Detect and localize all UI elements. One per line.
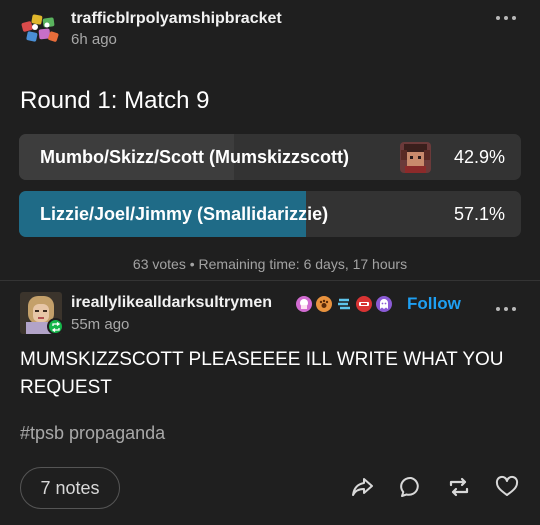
blog-avatar[interactable] [20,12,60,46]
poll-option-1-percent: 42.9% [453,147,505,167]
post-actions [350,474,520,500]
post-header: trafficblrpolyamshipbracket 6h ago [20,9,520,51]
reply-icon[interactable] [398,474,424,500]
poll-option-2[interactable]: Lizzie/Joel/Jimmy (Smallidarizzie) 57.1% [19,191,521,237]
notes-button[interactable]: 7 notes [20,467,120,509]
reblog-badge-icon [47,318,64,335]
reblog-icon[interactable] [446,474,472,500]
divider [0,280,540,281]
paw-badge-icon[interactable] [316,296,332,312]
blog-name[interactable]: trafficblrpolyamshipbracket [71,10,282,28]
poll-title: Round 1: Match 9 [20,87,210,114]
post-tag[interactable]: #tpsb propaganda [20,423,165,444]
reblog-timestamp: 55m ago [71,316,130,333]
cupcake-badge-icon[interactable] [296,296,312,312]
poll-option-2-label: Lizzie/Joel/Jimmy (Smallidarizzie) [40,204,329,224]
poll-option-1[interactable]: Mumbo/Skizz/Scott (Mumskizzscott) 42.9% [19,134,521,180]
feather-badge-icon[interactable] [336,296,352,312]
more-dots-icon[interactable] [496,302,520,316]
share-icon[interactable] [350,474,376,500]
voter-avatar [400,142,431,173]
ghost-badge-icon[interactable] [376,296,392,312]
follow-button[interactable]: Follow [407,294,461,314]
more-dots-icon[interactable] [496,11,520,25]
poll-meta: 63 votes • Remaining time: 6 days, 17 ho… [132,256,408,272]
post-timestamp: 6h ago [71,31,117,48]
poll-option-1-label: Mumbo/Skizz/Scott (Mumskizzscott) [40,147,350,167]
reblogger-name[interactable]: ireallylikealldarksultrymen [71,294,272,312]
blog-badges [296,295,392,313]
heart-badge-icon[interactable] [356,296,372,312]
poll-option-2-percent: 57.1% [453,204,505,224]
like-icon[interactable] [494,474,520,500]
post-body-text: MUMSKIZZSCOTT PLEASEEEE ILL WRITE WHAT Y… [20,349,504,398]
